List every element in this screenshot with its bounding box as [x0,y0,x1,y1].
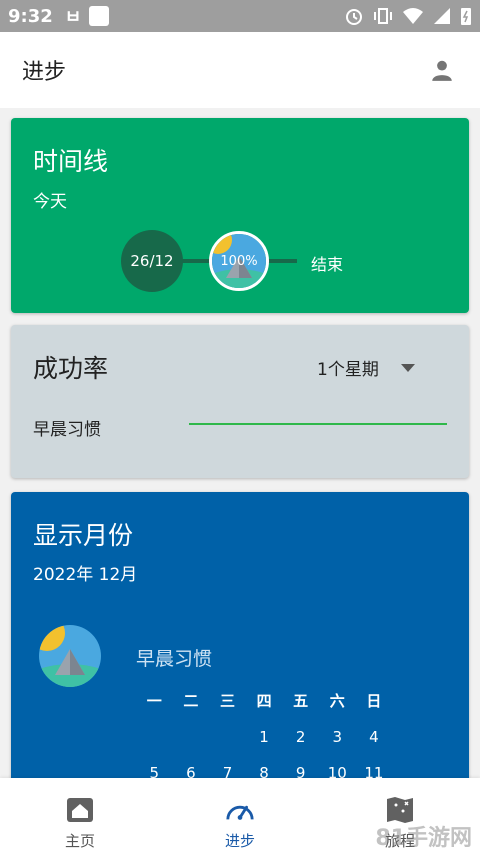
weekday-label: 日 [366,692,382,710]
month-habit-name: 早晨习惯 [136,648,213,670]
calendar-day[interactable] [136,728,173,746]
month-subtitle: 2022年 12月 [33,565,138,585]
nav-item-home[interactable]: 主页 [0,778,160,853]
month-title: 显示月份 [33,521,134,550]
month-card: 显示月份 2022年 12月 早晨习惯 一 二 三 四 五 六 日 1 2 3 … [11,492,469,792]
period-value: 1个星期 [317,360,379,380]
weekday-label: 三 [219,692,235,710]
timeline-progress-node[interactable]: 100% [209,231,269,291]
nav-label-progress: 进步 [224,832,255,850]
habit-illustration-icon [39,625,101,687]
weekday-label: 五 [293,692,309,710]
period-dropdown[interactable]: 1个星期 [317,355,415,380]
weekday-label: 二 [183,692,199,710]
battery-icon [461,8,471,25]
calendar-day[interactable]: 1 [246,728,283,746]
notification-glyph-icon: ㅂ [64,7,82,28]
vibrate-icon [374,8,392,24]
wifi-icon [403,8,423,24]
status-time: 9:32 [8,5,53,27]
page-title: 进步 [22,60,67,85]
success-rate-title: 成功率 [33,354,109,383]
watermark: 81手游网 [375,826,472,851]
app-bar: 进步 [0,32,480,108]
calendar-day[interactable]: 4 [356,728,393,746]
timeline-end-label: 结束 [311,255,344,274]
calendar-day[interactable]: 3 [319,728,356,746]
weekday-label: 四 [256,692,272,710]
status-right-icons [344,6,472,26]
nav-item-progress[interactable]: 进步 [160,778,320,853]
timeline-connector-end [265,259,297,263]
speedometer-icon [226,805,254,820]
notification-square-icon [89,6,110,26]
habit-avatar[interactable] [39,625,101,687]
weekday-label: 一 [146,692,162,710]
timeline-start-node[interactable]: 26/12 [121,230,183,292]
success-rate-card: 成功率 1个星期 早晨习惯 [11,325,469,478]
calendar-day[interactable] [173,728,210,746]
calendar-day[interactable] [209,728,246,746]
status-bar: 9:32 ㅂ [0,0,480,32]
profile-button[interactable] [426,54,458,86]
timeline-card: 时间线 今天 26/12 100% 结束 [11,118,469,313]
timeline-title: 时间线 [33,147,109,176]
habit-name: 早晨习惯 [33,420,101,440]
dropdown-arrow-icon [400,363,415,372]
calendar-day[interactable]: 2 [282,728,319,746]
status-left-icons: ㅂ [65,3,110,29]
nav-label-home: 主页 [64,832,95,850]
person-icon [432,60,452,81]
calendar-grid: 一 二 三 四 五 六 日 1 2 3 4 5 6 7 8 9 10 11 [136,692,392,782]
home-icon [67,798,93,822]
weekday-label: 六 [329,692,345,710]
timeline-start-label: 26/12 [130,252,174,270]
timeline-subtitle: 今天 [33,192,67,212]
timeline-progress-label: 100% [220,253,258,269]
signal-icon [434,8,450,24]
alarm-icon [346,9,362,25]
habit-success-bar [189,423,447,425]
